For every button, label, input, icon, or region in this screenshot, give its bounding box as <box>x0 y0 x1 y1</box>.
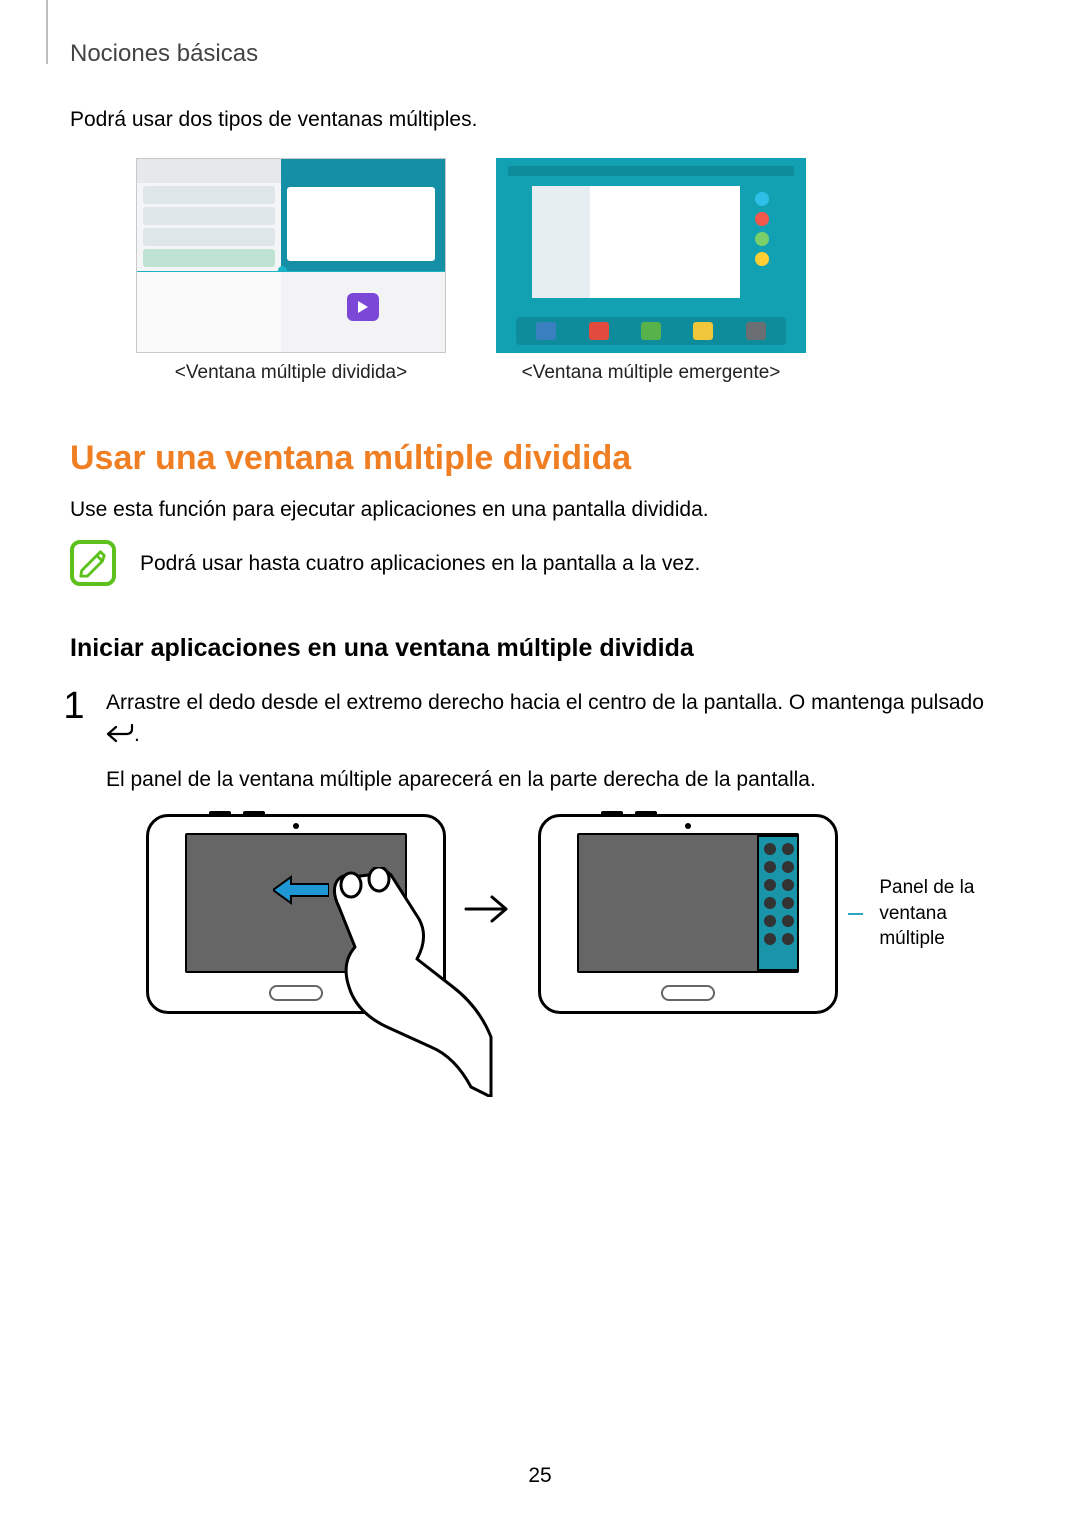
note-text: Podrá usar hasta cuatro aplicaciones en … <box>140 540 700 580</box>
caption-popup: <Ventana múltiple emergente> <box>496 359 806 388</box>
note-row: Podrá usar hasta cuatro aplicaciones en … <box>70 540 1010 586</box>
step-number: 1 <box>60 687 88 725</box>
multiwindow-panel <box>757 835 799 971</box>
callout-text: Panel de la ventana múltiple <box>879 875 1010 952</box>
hand-icon <box>321 867 501 1107</box>
breadcrumb: Nociones básicas <box>70 36 258 72</box>
step-1: 1 Arrastre el dedo desde el extremo dere… <box>60 687 1010 1074</box>
screenshot-popup <box>496 158 806 353</box>
screenshot-split-col: <Ventana múltiple dividida> <box>136 158 446 388</box>
callout-leader <box>848 913 863 915</box>
screenshot-row: <Ventana múltiple dividida> <Ventana múl… <box>70 158 1010 388</box>
section-heading: Usar una ventana múltiple dividida <box>70 433 1010 484</box>
header-rule <box>46 0 48 64</box>
step-line1a: Arrastre el dedo desde el extremo derech… <box>106 691 984 714</box>
step-body: Arrastre el dedo desde el extremo derech… <box>106 687 1010 1074</box>
caption-split: <Ventana múltiple dividida> <box>136 359 446 388</box>
section-body: Use esta función para ejecutar aplicacio… <box>70 494 1010 526</box>
screenshot-split <box>136 158 446 353</box>
back-icon <box>106 723 134 755</box>
step-line2: El panel de la ventana múltiple aparecer… <box>106 764 1010 796</box>
page-number: 25 <box>0 1460 1080 1492</box>
subheading: Iniciar aplicaciones en una ventana múlt… <box>70 630 1010 668</box>
screenshot-popup-col: <Ventana múltiple emergente> <box>496 158 806 388</box>
intro-text: Podrá usar dos tipos de ventanas múltipl… <box>70 104 1010 136</box>
note-icon <box>70 540 116 586</box>
tablet-panel <box>538 814 838 1014</box>
step-line1b: . <box>134 723 140 746</box>
illustration-group: Panel de la ventana múltiple <box>106 814 1010 1074</box>
page-content: Podrá usar dos tipos de ventanas múltipl… <box>70 104 1010 1074</box>
tablet-swipe <box>146 814 446 1014</box>
